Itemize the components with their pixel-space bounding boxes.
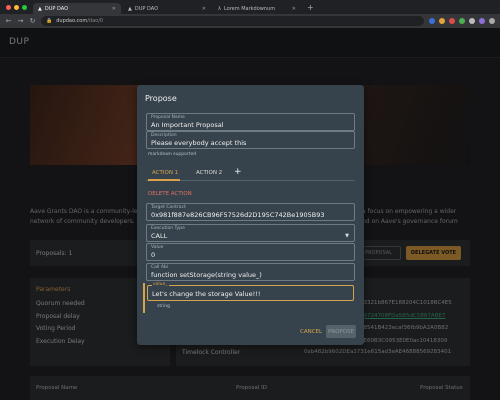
tab-favicon-icon: ▲ — [128, 5, 132, 12]
tab-favicon-icon: ▲ — [38, 5, 42, 12]
proposal-name-field[interactable]: Proposal Name An Important Proposal — [146, 113, 355, 131]
address-bar: ← → ↻ 🔒 dupdao.com/dao/0 — [0, 14, 500, 28]
lock-icon: 🔒 — [46, 18, 53, 24]
tab-title: Lorem Markdownum — [223, 5, 276, 12]
minimize-window-icon[interactable] — [14, 5, 19, 10]
call-abi-field[interactable]: Call Abi function setStorage(string valu… — [146, 263, 355, 281]
tab-close-icon[interactable]: ✕ — [202, 6, 206, 12]
reload-icon[interactable]: ↻ — [29, 17, 36, 25]
arrow-right-icon[interactable]: → — [17, 17, 24, 25]
action-tabs: ACTION 1 ACTION 2 + — [146, 167, 355, 181]
browser-tabbar: ▲ DUP DAO ✕ ▲ DUP DAO ✕ λ Lorem Markdown… — [0, 0, 500, 14]
browser-tab-3[interactable]: λ Lorem Markdownum ✕ — [213, 3, 301, 14]
param-indicator-bar — [143, 283, 145, 313]
tab-action-1[interactable]: ACTION 1 — [152, 170, 178, 176]
field-value: 0x981f887e826CB96F57526d2D195C742Be1905B… — [151, 211, 325, 219]
value-field[interactable]: Value 0 — [146, 243, 355, 261]
field-label: Call Abi — [151, 265, 169, 270]
description-field[interactable]: Description Please everybody accept this — [146, 131, 355, 149]
add-action-icon[interactable]: + — [234, 167, 242, 177]
field-value: function setStorage(string value_) — [151, 271, 262, 279]
propose-modal: Propose Proposal Name An Important Propo… — [137, 85, 364, 345]
new-tab-button[interactable]: + — [303, 3, 318, 14]
tab-action-2[interactable]: ACTION 2 — [196, 170, 222, 176]
extension-icon[interactable] — [429, 18, 435, 24]
active-tab-indicator — [148, 179, 180, 181]
field-value: An Important Proposal — [151, 121, 224, 129]
arrow-left-icon[interactable]: ← — [5, 17, 12, 25]
propose-submit-button[interactable]: PROPOSE — [326, 325, 356, 338]
url-path: /dao/0 — [87, 18, 104, 24]
description-helper: markdown supported — [148, 152, 197, 157]
field-value: 0 — [151, 251, 156, 259]
field-label: value_ — [152, 282, 169, 287]
cancel-button[interactable]: CANCEL — [300, 329, 322, 335]
tab-title: DUP DAO — [44, 5, 69, 12]
tab-title: DUP DAO — [134, 5, 159, 12]
field-label: Value — [151, 245, 164, 250]
execution-type-select[interactable]: Execution Type CALL ▼ — [146, 224, 355, 242]
close-window-icon[interactable] — [6, 5, 11, 10]
window-controls — [0, 5, 33, 14]
field-label: Target Contract — [151, 205, 186, 210]
delete-action-button[interactable]: DELETE ACTION — [148, 191, 192, 197]
field-value: Let's change the storage Value!!! — [152, 290, 261, 298]
extension-icon[interactable] — [459, 18, 465, 24]
field-label: Proposal Name — [151, 115, 185, 120]
caret-down-icon: ▼ — [345, 233, 349, 239]
field-label: Description — [151, 133, 177, 138]
extension-icon[interactable] — [439, 18, 445, 24]
extension-icon[interactable] — [479, 18, 485, 24]
url-domain: dupdao.com — [56, 18, 88, 24]
browser-tab-2[interactable]: ▲ DUP DAO ✕ — [123, 3, 211, 14]
tab-close-icon[interactable]: ✕ — [292, 6, 296, 12]
extension-icon[interactable] — [449, 18, 455, 24]
field-value: CALL — [151, 232, 168, 240]
value-param-type: string — [157, 304, 170, 309]
value-param-input[interactable]: value_ Let's change the storage Value!!! — [147, 282, 354, 301]
browser-tab-1[interactable]: ▲ DUP DAO ✕ — [33, 3, 121, 14]
extensions — [429, 18, 495, 24]
profile-avatar[interactable] — [489, 18, 495, 24]
field-label: Execution Type — [151, 226, 185, 231]
maximize-window-icon[interactable] — [22, 5, 27, 10]
field-value: Please everybody accept this — [151, 139, 247, 147]
modal-title: Propose — [145, 94, 177, 103]
url-input[interactable]: 🔒 dupdao.com/dao/0 — [41, 16, 424, 26]
tab-close-icon[interactable]: ✕ — [112, 6, 116, 12]
tab-favicon-icon: λ — [218, 5, 221, 12]
target-contract-field[interactable]: Target Contract 0x981f887e826CB96F57526d… — [146, 203, 355, 221]
extension-icon[interactable] — [469, 18, 475, 24]
